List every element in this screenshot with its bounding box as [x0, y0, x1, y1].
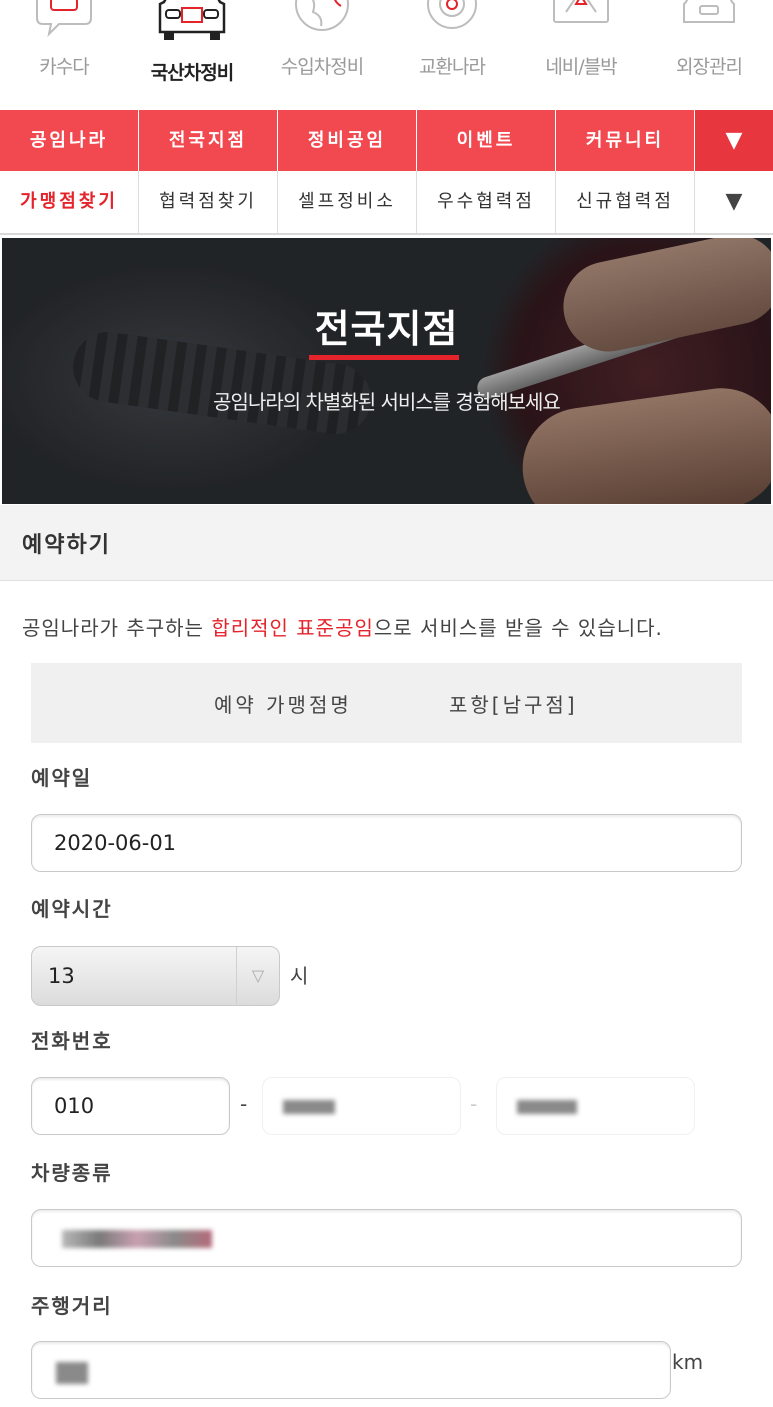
mileage-input[interactable]	[31, 1341, 671, 1399]
time-select-value: 13	[48, 964, 75, 988]
vehicle-label: 차량종류	[31, 1161, 113, 1185]
store-info-box: 예약 가맹점명 포항[남구점]	[31, 663, 742, 743]
main-nav-item[interactable]: 공임나라	[0, 110, 139, 171]
banner-overlay	[2, 238, 771, 504]
intro-text-start: 공임나라가 추구하는	[22, 616, 212, 640]
category-label: 외장관리	[676, 56, 743, 78]
chat-car-icon	[36, 0, 92, 38]
sub-nav-item[interactable]: 가맹점찾기	[0, 171, 139, 233]
main-nav: 공임나라 전국지점 정비공임 이벤트 커뮤니티 ▼	[0, 110, 773, 171]
category-exchange[interactable]: 교환나라	[388, 0, 516, 110]
main-nav-item[interactable]: 이벤트	[417, 110, 556, 171]
category-casuda[interactable]: 카수다	[0, 0, 128, 110]
intro-text: 공임나라가 추구하는 합리적인 표준공임으로 서비스를 받을 수 있습니다.	[22, 612, 663, 641]
car-front-icon	[158, 0, 226, 40]
main-nav-item[interactable]: 전국지점	[139, 110, 278, 171]
redacted-text	[283, 1100, 335, 1114]
category-navi[interactable]: 네비/블박	[517, 0, 645, 110]
phone-last-input[interactable]	[496, 1077, 695, 1135]
time-unit: 시	[290, 964, 309, 988]
main-nav-more-button[interactable]: ▼	[695, 110, 773, 171]
banner-title: 전국지점	[314, 307, 459, 351]
category-domestic[interactable]: 국산차정비	[128, 0, 256, 110]
phone-separator: -	[240, 1092, 248, 1116]
section-title: 예약하기	[22, 533, 111, 558]
category-label: 수입차정비	[280, 56, 364, 78]
chevron-down-icon: ▽	[236, 947, 279, 1004]
phone-middle-input[interactable]	[262, 1077, 461, 1135]
car-wash-icon	[683, 0, 735, 23]
category-label: 네비/블박	[545, 56, 617, 78]
tire-icon	[427, 0, 477, 29]
intro-text-end: 으로 서비스를 받을 수 있습니다.	[373, 616, 663, 640]
category-imported[interactable]: 수입차정비	[258, 0, 386, 110]
globe-icon	[295, 0, 349, 31]
sub-nav-item[interactable]: 셀프정비소	[278, 171, 417, 233]
category-exterior[interactable]: 외장관리	[645, 0, 773, 110]
mileage-unit: km	[672, 1350, 704, 1374]
category-label: 카수다	[39, 56, 89, 78]
hero-banner: 전국지점 공임나라의 차별화된 서비스를 경험해보세요	[2, 238, 771, 504]
banner-title-underline	[309, 355, 459, 360]
main-nav-item[interactable]: 커뮤니티	[556, 110, 695, 171]
navigation-screen-icon	[553, 0, 609, 23]
date-label: 예약일	[31, 766, 93, 790]
phone-label: 전화번호	[31, 1029, 113, 1053]
store-label: 예약 가맹점명	[214, 693, 352, 717]
section-header: 예약하기	[0, 505, 773, 581]
banner-subtitle: 공임나라의 차별화된 서비스를 경험해보세요	[213, 390, 561, 414]
mileage-label: 주행거리	[31, 1294, 113, 1318]
category-label: 국산차정비	[150, 62, 234, 84]
vehicle-input[interactable]	[31, 1209, 742, 1267]
sub-nav: 가맹점찾기 협력점찾기 셀프정비소 우수협력점 신규협력점 ▼	[0, 171, 773, 235]
redacted-text	[517, 1100, 577, 1114]
sub-nav-more-button[interactable]: ▼	[695, 171, 773, 233]
time-select[interactable]: 13 ▽	[31, 946, 280, 1006]
store-value: 포항[남구점]	[449, 693, 578, 717]
main-nav-item[interactable]: 정비공임	[278, 110, 417, 171]
redacted-text	[56, 1362, 88, 1384]
sub-nav-item[interactable]: 협력점찾기	[139, 171, 278, 233]
time-label: 예약시간	[31, 897, 113, 921]
category-label: 교환나라	[419, 56, 486, 78]
redacted-text	[62, 1230, 212, 1248]
category-row: 카수다 국산차정비 수입차정비 교환나라 네비/블박 외장관리	[0, 0, 773, 110]
phone-first-input[interactable]: 010	[31, 1077, 230, 1135]
date-input[interactable]: 2020-06-01	[31, 814, 742, 872]
sub-nav-item[interactable]: 우수협력점	[417, 171, 556, 233]
intro-highlight: 합리적인 표준공임	[211, 616, 374, 640]
phone-separator-faded: -	[470, 1092, 478, 1116]
sub-nav-item[interactable]: 신규협력점	[556, 171, 695, 233]
